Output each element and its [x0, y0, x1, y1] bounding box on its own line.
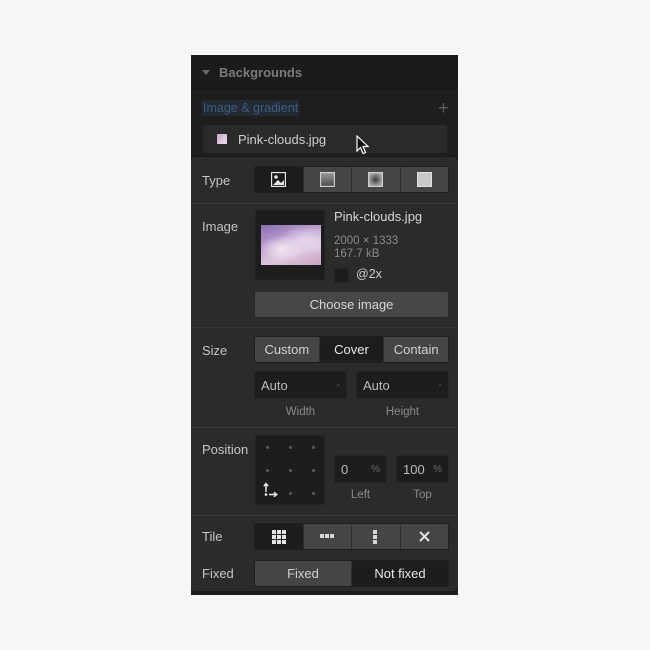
- fixed-segmented-control: Fixed Not fixed: [254, 560, 449, 587]
- image-preview[interactable]: [255, 210, 325, 280]
- linear-gradient-icon: [319, 172, 335, 187]
- type-radial-gradient-button[interactable]: [351, 167, 400, 192]
- anchor-middle-right[interactable]: [312, 469, 315, 472]
- anchor-top-left[interactable]: [266, 446, 269, 449]
- solid-color-icon: [416, 172, 432, 187]
- height-unit: -: [438, 379, 442, 391]
- size-segmented-control: Custom Cover Contain: [254, 336, 449, 363]
- width-unit: -: [336, 379, 340, 391]
- type-image-button[interactable]: [255, 167, 303, 192]
- image-icon: [271, 172, 287, 187]
- height-caption: Height: [385, 406, 420, 418]
- backgrounds-section-header[interactable]: Backgrounds: [191, 55, 458, 90]
- anchor-top-right[interactable]: [312, 446, 315, 449]
- position-left-unit: %: [371, 463, 380, 475]
- position-top-value: 100: [403, 461, 425, 477]
- layers-label: Image & gradient: [202, 100, 300, 116]
- retina-checkbox[interactable]: [334, 268, 349, 283]
- tile-segmented-control: [254, 523, 449, 550]
- not-fixed-button[interactable]: Not fixed: [351, 561, 448, 586]
- position-top-input[interactable]: 100 %: [396, 455, 449, 483]
- position-anchor-grid[interactable]: [255, 435, 325, 505]
- height-value: Auto: [363, 377, 390, 393]
- image-file-size: 167.7 kB: [334, 248, 380, 260]
- tile-horizontal-button[interactable]: [302, 524, 351, 549]
- section-title: Backgrounds: [219, 64, 303, 80]
- caret-down-icon[interactable]: [202, 69, 210, 75]
- position-label: Position: [202, 442, 249, 457]
- size-cover-button[interactable]: Cover: [318, 337, 384, 362]
- plus-icon[interactable]: +: [438, 99, 449, 118]
- no-tile-icon: [419, 531, 430, 542]
- tile-both-icon: [271, 529, 286, 544]
- anchor-center[interactable]: [289, 469, 292, 472]
- type-row: Type: [191, 157, 458, 204]
- image-thumbnail-icon: [217, 134, 227, 144]
- tile-both-button[interactable]: [255, 524, 303, 549]
- backgrounds-panel: Backgrounds Image & gradient + Pink-clou…: [191, 55, 458, 595]
- tile-label: Tile: [202, 529, 223, 544]
- height-input[interactable]: Auto -: [356, 371, 449, 399]
- anchor-bottom-center[interactable]: [289, 492, 292, 495]
- type-solid-color-button[interactable]: [399, 167, 448, 192]
- anchor-bottom-right[interactable]: [312, 492, 315, 495]
- image-dimensions: 2000 × 1333: [334, 235, 399, 247]
- size-row: Size Custom Cover Contain Auto - Auto - …: [191, 327, 458, 428]
- image-file-name: Pink-clouds.jpg: [334, 209, 423, 224]
- tile-row: Tile: [191, 515, 458, 555]
- image-label: Image: [202, 219, 239, 234]
- fixed-label: Fixed: [202, 566, 234, 581]
- position-left-value: 0: [341, 461, 349, 477]
- anchor-middle-left[interactable]: [266, 469, 269, 472]
- position-top-unit: %: [433, 463, 442, 475]
- size-custom-button[interactable]: Custom: [255, 337, 319, 362]
- width-caption: Width: [285, 406, 316, 418]
- type-linear-gradient-button[interactable]: [302, 167, 351, 192]
- type-segmented-control: [254, 166, 449, 193]
- radial-gradient-icon: [368, 172, 384, 187]
- fixed-button[interactable]: Fixed: [255, 561, 351, 586]
- image-meta: 2000 × 1333 167.7 kB: [334, 235, 398, 261]
- position-left-caption: Left: [350, 489, 371, 501]
- tile-vertical-icon: [373, 529, 378, 544]
- anchor-bottom-left-selected-icon[interactable]: [263, 482, 279, 498]
- size-contain-button[interactable]: Contain: [383, 337, 448, 362]
- tile-horizontal-icon: [320, 534, 335, 538]
- retina-label: @2x: [356, 267, 382, 281]
- no-tile-button[interactable]: [399, 524, 448, 549]
- image-preview-thumbnail: [261, 225, 321, 265]
- anchor-top-center[interactable]: [289, 446, 292, 449]
- fixed-row: Fixed Fixed Not fixed: [191, 555, 458, 591]
- layer-item[interactable]: Pink-clouds.jpg: [203, 125, 447, 155]
- tile-vertical-button[interactable]: [351, 524, 400, 549]
- width-value: Auto: [261, 377, 288, 393]
- position-left-input[interactable]: 0 %: [334, 455, 387, 483]
- background-settings-popover: Type Image Pink-clouds.jpg 2000 × 1333 1…: [191, 157, 458, 591]
- choose-image-button[interactable]: Choose image: [254, 291, 449, 318]
- type-label: Type: [202, 173, 231, 188]
- size-label: Size: [202, 343, 228, 358]
- layers-header: Image & gradient +: [202, 97, 449, 119]
- position-top-caption: Top: [413, 489, 432, 501]
- width-input[interactable]: Auto -: [254, 371, 347, 399]
- layer-name: Pink-clouds.jpg: [238, 131, 327, 147]
- mouse-pointer-icon: [356, 135, 370, 155]
